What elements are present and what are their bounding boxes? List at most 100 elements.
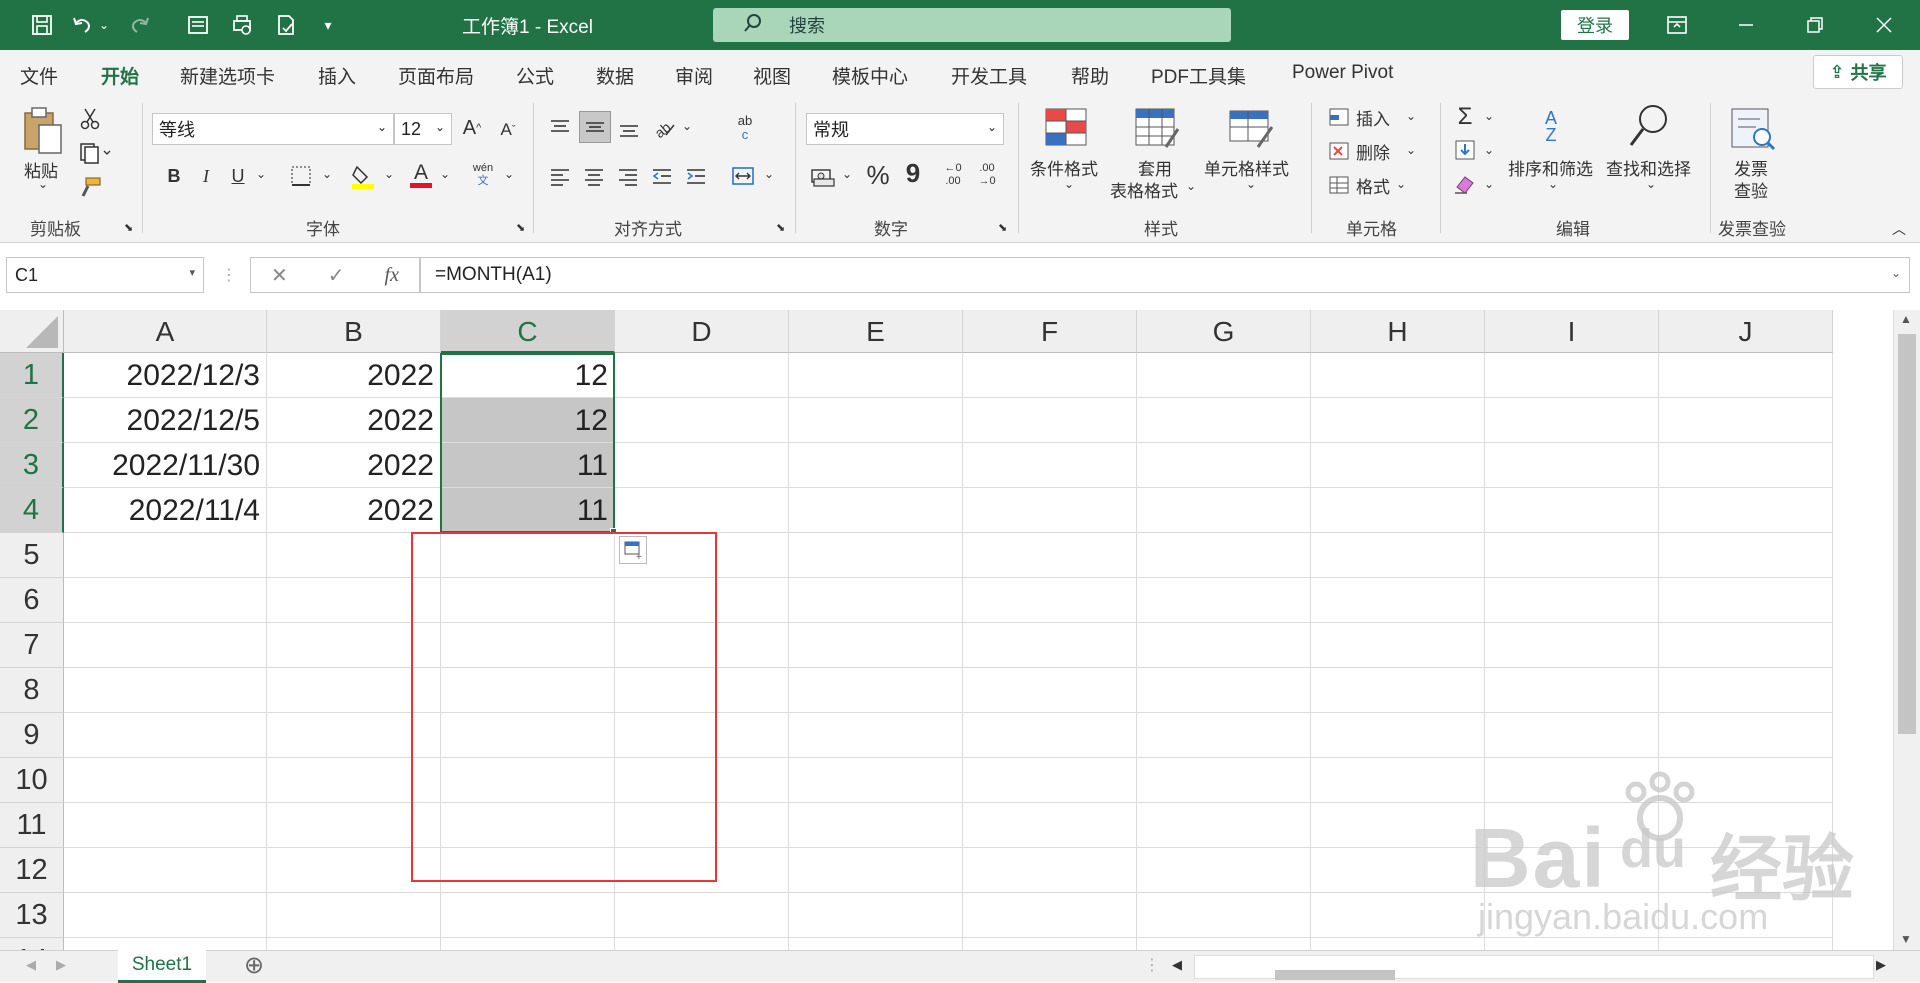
increase-decimal-button[interactable]: ←0 .00 (938, 159, 968, 191)
cell-a4[interactable]: 2022/11/4 (64, 488, 267, 533)
cell-b10[interactable] (267, 758, 441, 803)
cell-a8[interactable] (64, 668, 267, 713)
tab-developer[interactable]: 开发工具 (951, 62, 1027, 89)
cell-i13[interactable] (1485, 893, 1659, 938)
cell-i10[interactable] (1485, 758, 1659, 803)
cell-j3[interactable] (1659, 443, 1833, 488)
phonetic-dropdown-icon[interactable]: ⌄ (504, 167, 514, 181)
wrap-text-icon[interactable]: ab c (730, 111, 760, 145)
cell-c12[interactable] (441, 848, 615, 893)
cell-j12[interactable] (1659, 848, 1833, 893)
cell-f14[interactable] (963, 938, 1137, 950)
cell-d14[interactable] (615, 938, 789, 950)
cell-b13[interactable] (267, 893, 441, 938)
border-dropdown-icon[interactable]: ⌄ (322, 167, 332, 181)
fill-down-icon[interactable] (1452, 137, 1478, 163)
cell-g2[interactable] (1137, 398, 1311, 443)
tab-template-center[interactable]: 模板中心 (832, 62, 908, 89)
cell-a13[interactable] (64, 893, 267, 938)
cell-h14[interactable] (1311, 938, 1485, 950)
sheet-tab-sheet1[interactable]: Sheet1 (118, 950, 206, 983)
cell-c4[interactable]: 11 (441, 488, 615, 533)
cell-g12[interactable] (1137, 848, 1311, 893)
cell-d9[interactable] (615, 713, 789, 758)
align-left-icon[interactable] (546, 161, 574, 191)
cell-g11[interactable] (1137, 803, 1311, 848)
find-select-icon[interactable] (1624, 101, 1674, 151)
cell-h1[interactable] (1311, 353, 1485, 398)
cell-j4[interactable] (1659, 488, 1833, 533)
cell-i11[interactable] (1485, 803, 1659, 848)
tab-home[interactable]: 开始 (101, 62, 140, 98)
clear-dropdown-icon[interactable]: ⌄ (1484, 177, 1494, 191)
cell-a6[interactable] (64, 578, 267, 623)
cut-icon[interactable] (78, 107, 102, 131)
delete-cells-icon[interactable] (1326, 139, 1352, 163)
invoice-check-label-2[interactable]: 查验 (1734, 177, 1768, 202)
scroll-left-icon[interactable]: ◀ (1172, 957, 1182, 973)
cell-h6[interactable] (1311, 578, 1485, 623)
increase-indent-icon[interactable] (682, 161, 710, 191)
row-header-8[interactable]: 8 (0, 668, 64, 713)
copy-icon[interactable] (76, 141, 116, 165)
border-icon[interactable] (286, 161, 316, 191)
conditional-format-icon[interactable] (1040, 105, 1094, 151)
cell-d3[interactable] (615, 443, 789, 488)
cell-d12[interactable] (615, 848, 789, 893)
cell-c1[interactable]: 12 (441, 353, 615, 398)
cell-f7[interactable] (963, 623, 1137, 668)
cell-b4[interactable]: 2022 (267, 488, 441, 533)
cell-e8[interactable] (789, 668, 963, 713)
cell-b7[interactable] (267, 623, 441, 668)
decrease-indent-icon[interactable] (648, 161, 676, 191)
cell-g13[interactable] (1137, 893, 1311, 938)
cell-e11[interactable] (789, 803, 963, 848)
column-header-f[interactable]: F (963, 310, 1137, 353)
cell-b2[interactable]: 2022 (267, 398, 441, 443)
search-box[interactable]: 搜索 (713, 8, 1231, 42)
cell-g9[interactable] (1137, 713, 1311, 758)
clipboard-launcher-icon[interactable]: ⬊ (124, 221, 133, 234)
prev-sheet-icon[interactable]: ◀ (26, 957, 36, 973)
cell-g5[interactable] (1137, 533, 1311, 578)
cell-g7[interactable] (1137, 623, 1311, 668)
font-size-select[interactable]: 12 ⌄ (394, 113, 452, 145)
accounting-icon[interactable] (808, 161, 838, 191)
cell-j8[interactable] (1659, 668, 1833, 713)
cell-c5[interactable] (441, 533, 615, 578)
cell-g4[interactable] (1137, 488, 1311, 533)
paste-icon[interactable] (18, 105, 68, 155)
fill-color-icon[interactable] (348, 161, 378, 191)
align-bottom-icon[interactable] (615, 113, 643, 143)
cell-g14[interactable] (1137, 938, 1311, 950)
tab-formulas[interactable]: 公式 (516, 62, 554, 89)
cell-b12[interactable] (267, 848, 441, 893)
insert-cells-label[interactable]: 插入 (1356, 105, 1390, 130)
vertical-scrollbar[interactable]: ▲ ▼ (1893, 310, 1920, 950)
row-header-5[interactable]: 5 (0, 533, 64, 578)
cell-c6[interactable] (441, 578, 615, 623)
cell-d4[interactable] (615, 488, 789, 533)
cell-j10[interactable] (1659, 758, 1833, 803)
cell-h13[interactable] (1311, 893, 1485, 938)
cell-h8[interactable] (1311, 668, 1485, 713)
cell-h3[interactable] (1311, 443, 1485, 488)
row-header-11[interactable]: 11 (0, 803, 64, 848)
cell-f1[interactable] (963, 353, 1137, 398)
cell-f9[interactable] (963, 713, 1137, 758)
cell-f6[interactable] (963, 578, 1137, 623)
cell-h4[interactable] (1311, 488, 1485, 533)
cell-e12[interactable] (789, 848, 963, 893)
cell-d8[interactable] (615, 668, 789, 713)
align-right-icon[interactable] (614, 161, 642, 191)
cell-i9[interactable] (1485, 713, 1659, 758)
cell-e3[interactable] (789, 443, 963, 488)
italic-button[interactable]: I (192, 161, 220, 191)
cell-a9[interactable] (64, 713, 267, 758)
number-launcher-icon[interactable]: ⬊ (998, 221, 1007, 234)
cell-i12[interactable] (1485, 848, 1659, 893)
merge-center-icon[interactable] (728, 161, 758, 191)
decrease-decimal-button[interactable]: .00 →0 (972, 159, 1002, 191)
cell-c2[interactable]: 12 (441, 398, 615, 443)
cell-j6[interactable] (1659, 578, 1833, 623)
